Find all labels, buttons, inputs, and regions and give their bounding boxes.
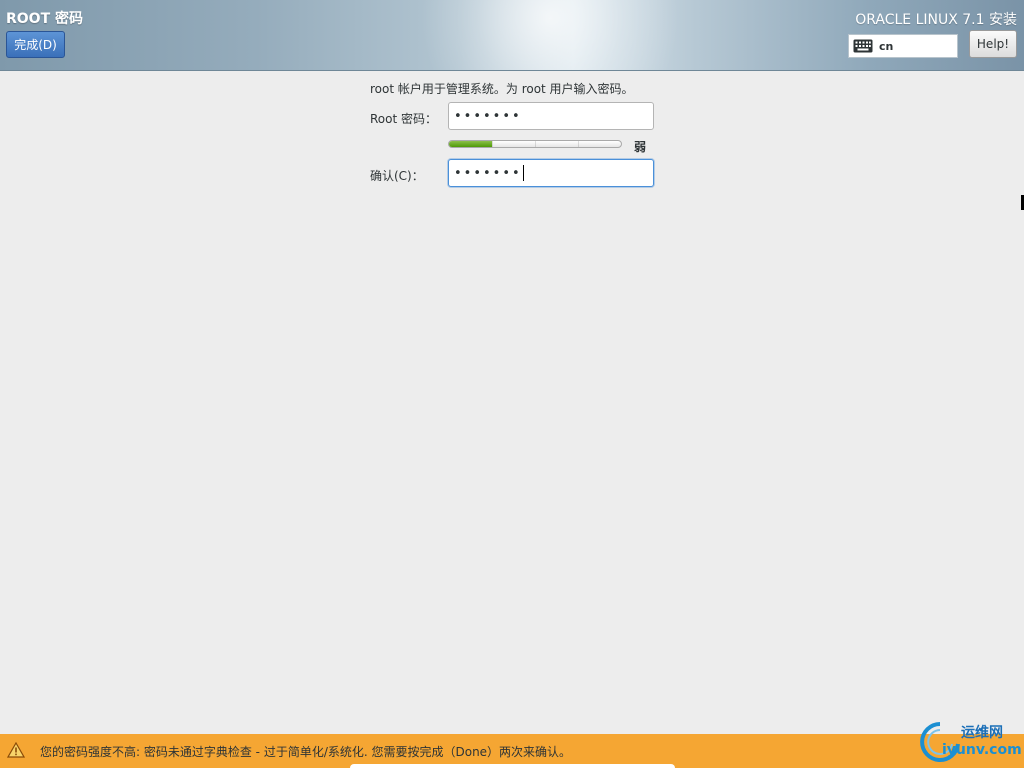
watermark-name: 运维网 xyxy=(961,725,1003,741)
keyboard-layout-indicator[interactable]: cn xyxy=(848,34,958,58)
strength-tick xyxy=(535,141,536,147)
strength-tick xyxy=(578,141,579,147)
bottom-tab-stub xyxy=(350,764,675,768)
password-strength-fill xyxy=(449,141,492,147)
root-password-label: Root 密码： xyxy=(370,112,438,126)
product-title: ORACLE LINUX 7.1 安装 xyxy=(855,12,1017,28)
password-strength-label: 弱 xyxy=(634,140,647,154)
password-strength-bar xyxy=(448,140,622,148)
confirm-password-input[interactable]: ••••••• xyxy=(448,159,654,187)
header-light-rays xyxy=(420,0,680,70)
keyboard-layout-label: cn xyxy=(879,39,894,53)
warning-bar[interactable]: 您的密码强度不高: 密码未通过字典检查 - 过于简单化/系统化. 您需要按完成（… xyxy=(0,734,1024,768)
instruction-text: root 帐户用于管理系统。为 root 用户输入密码。 xyxy=(370,82,634,96)
done-button[interactable]: 完成(D) xyxy=(6,31,65,58)
warning-message: 您的密码强度不高: 密码未通过字典检查 - 过于简单化/系统化. 您需要按完成（… xyxy=(40,745,572,759)
watermark-logo: 运维网 iyunv.com xyxy=(918,718,1022,768)
spoke-header: ROOT 密码 完成(D) ORACLE LINUX 7.1 安装 cn Hel… xyxy=(0,0,1024,71)
spoke-title: ROOT 密码 xyxy=(6,11,84,27)
strength-tick xyxy=(492,141,493,147)
text-cursor xyxy=(522,165,524,181)
confirm-password-value: ••••••• xyxy=(454,165,522,181)
warning-icon xyxy=(7,742,25,758)
confirm-password-label: 确认(C)： xyxy=(370,169,424,183)
watermark-domain: iyunv.com xyxy=(942,742,1022,758)
root-password-value: ••••••• xyxy=(454,108,522,124)
help-button[interactable]: Help! xyxy=(969,30,1017,58)
keyboard-icon xyxy=(853,39,873,53)
root-password-input[interactable]: ••••••• xyxy=(448,102,654,130)
